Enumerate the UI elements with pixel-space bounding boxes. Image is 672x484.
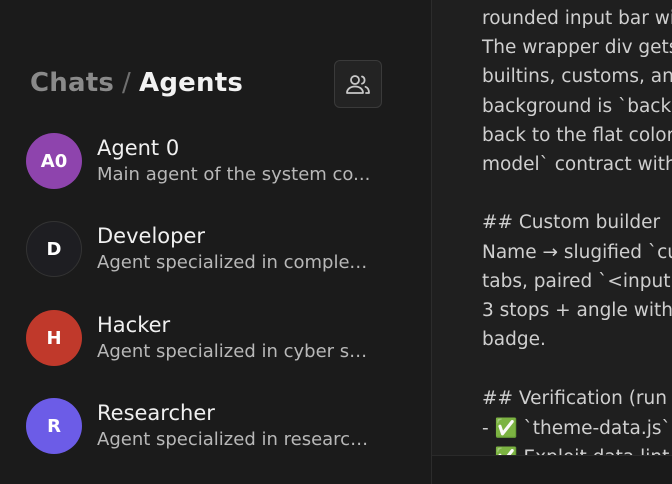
agent-name: Hacker [97,313,171,337]
breadcrumb-separator: / [122,68,132,98]
message-text-line: builtins, customs, and [482,66,672,88]
agent-description: Agent specialized in complex ... [97,252,377,273]
agent-description: Agent specialized in cyber se... [97,341,377,362]
message-text-line: model` contract with [482,154,672,175]
message-text-line: rounded input bar wit [482,8,672,29]
agent-list-item[interactable]: H Hacker Agent specialized in cyber se... [26,307,406,367]
message-text-line: - ✅ Exploit data lint [482,446,669,455]
agent-list-item[interactable]: R Researcher Agent specialized in research… [26,395,406,455]
agent-name: Developer [97,224,206,248]
agent-list-item[interactable]: D Developer Agent specialized in complex .… [26,218,406,278]
agents-sidebar: Chats / Agents A0 Agent 0 Main agent of the … [0,0,432,484]
message-text-line: tabs, paired `<input ty [482,270,672,292]
message-text-line: 3 stops + angle with l [482,300,672,321]
message-text-line: ## Custom builder [482,212,661,234]
message-text-line: background is `backg [482,95,672,117]
agent-avatar: H [26,310,82,366]
agent-name: Researcher [97,401,215,425]
message-text-line: The wrapper div gets [482,37,672,59]
agent-list-item[interactable]: A0 Agent 0 Main agent of the system co... [26,130,406,190]
message-text-line: Name → slugified `cu [482,241,672,263]
agent-description: Agent specialized in research,... [97,429,377,450]
agent-name: Agent 0 [97,136,180,160]
message-content: rounded input bar wit The wrapper div get… [432,0,672,455]
tab-chats[interactable]: Chats [30,68,114,98]
breadcrumb: Chats / Agents [30,68,243,98]
message-text-line: back to the flat color. [482,124,672,146]
sidebar-header: Chats / Agents [30,60,382,108]
tab-agents[interactable]: Agents [139,68,243,98]
agent-avatar: R [26,398,82,454]
message-text-line: - ✅ `theme-data.js` [482,417,671,439]
agent-avatar: A0 [26,133,82,189]
manage-agents-button[interactable] [334,60,382,108]
agent-avatar: D [26,221,82,277]
content-bottom-bar [432,455,672,484]
users-icon [346,75,370,94]
message-text-line: ## Verification (run li [482,387,672,409]
agent-description: Main agent of the system co... [97,164,371,185]
message-text-line: badge. [482,329,546,351]
